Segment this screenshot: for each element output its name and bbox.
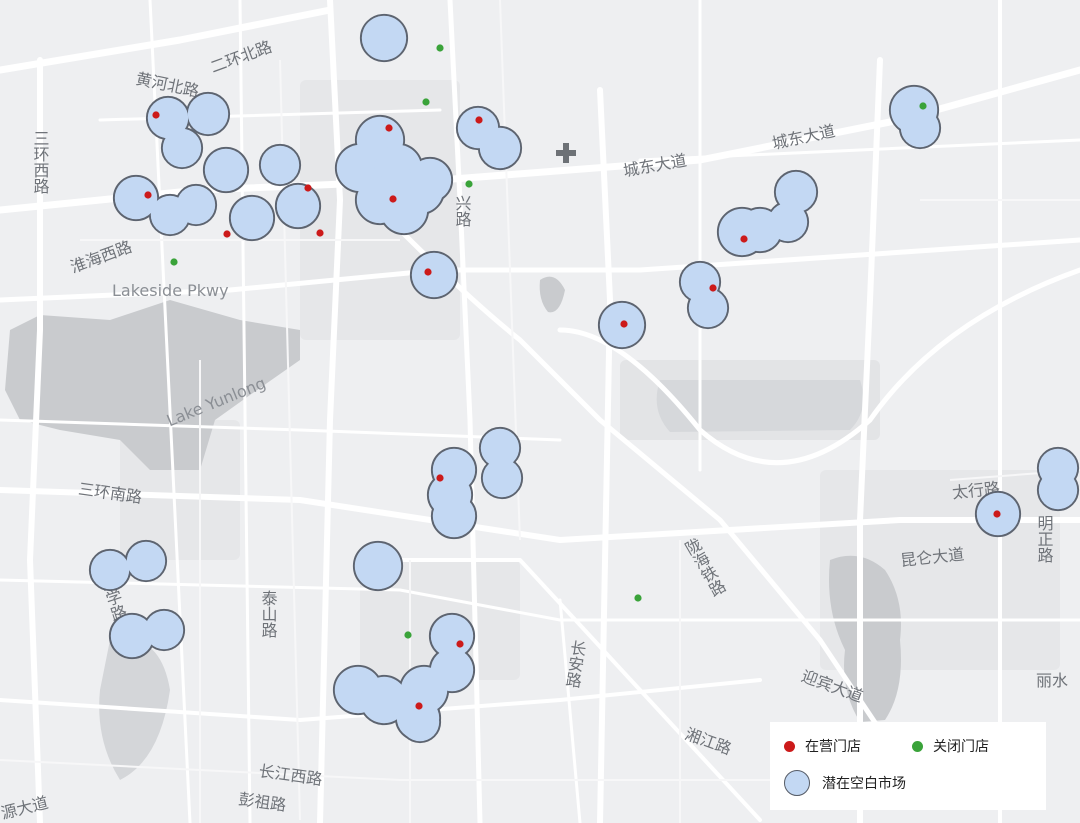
- legend-open-swatch: [784, 740, 795, 752]
- store-open-marker[interactable]: [415, 702, 423, 710]
- map-canvas[interactable]: 二环北路 黄河北路 三环西路 淮海西路 Lakeside Pkwy Lake Y…: [0, 0, 1080, 823]
- market-area[interactable]: [204, 148, 248, 192]
- store-open-marker[interactable]: [993, 510, 1001, 518]
- road-label-sanhuan-xi: 三环西路: [31, 130, 50, 194]
- store-closed-marker[interactable]: [634, 594, 642, 602]
- market-area[interactable]: [126, 541, 166, 581]
- market-area[interactable]: [432, 494, 476, 538]
- market-area[interactable]: [260, 145, 300, 185]
- legend-market-swatch: [784, 770, 810, 796]
- market-area[interactable]: [276, 184, 320, 228]
- store-open-marker[interactable]: [152, 111, 160, 119]
- store-open-marker[interactable]: [424, 268, 432, 276]
- road-label-xing: 兴路: [453, 195, 472, 227]
- store-closed-marker[interactable]: [170, 258, 178, 266]
- market-area[interactable]: [114, 176, 158, 220]
- market-area[interactable]: [176, 185, 216, 225]
- legend-closed-label: 关闭门店: [933, 739, 989, 755]
- legend-open-label: 在营门店: [805, 739, 861, 755]
- store-closed-marker[interactable]: [465, 180, 473, 188]
- market-area[interactable]: [187, 93, 229, 135]
- road-label-mingzheng: 明正路: [1035, 515, 1054, 563]
- market-area[interactable]: [90, 550, 130, 590]
- market-area[interactable]: [430, 614, 474, 658]
- road-label-taishan: 泰山路: [259, 590, 278, 638]
- store-open-marker[interactable]: [456, 640, 464, 648]
- legend-item-open: 在营门店: [784, 736, 861, 756]
- market-area[interactable]: [408, 158, 452, 202]
- market-area[interactable]: [1038, 470, 1078, 510]
- legend-market-label: 潜在空白市场: [822, 776, 906, 792]
- road-label-lakeside: Lakeside Pkwy: [112, 281, 229, 300]
- market-area[interactable]: [230, 196, 274, 240]
- store-closed-marker[interactable]: [404, 631, 412, 639]
- store-closed-marker[interactable]: [422, 98, 430, 106]
- market-area[interactable]: [775, 171, 817, 213]
- market-area[interactable]: [411, 252, 457, 298]
- store-open-marker[interactable]: [475, 116, 483, 124]
- market-area[interactable]: [482, 458, 522, 498]
- store-open-marker[interactable]: [389, 195, 397, 203]
- legend: 在营门店 关闭门店 潜在空白市场: [770, 722, 1046, 810]
- market-area[interactable]: [688, 288, 728, 328]
- market-area[interactable]: [900, 108, 940, 148]
- market-area[interactable]: [479, 127, 521, 169]
- legend-closed-swatch: [912, 740, 923, 752]
- store-open-marker[interactable]: [620, 320, 628, 328]
- legend-item-market: 潜在空白市场: [784, 770, 906, 796]
- store-open-marker[interactable]: [316, 229, 324, 237]
- market-area[interactable]: [361, 15, 407, 61]
- store-open-marker[interactable]: [304, 184, 312, 192]
- market-area[interactable]: [162, 128, 202, 168]
- store-closed-marker[interactable]: [919, 102, 927, 110]
- store-open-marker[interactable]: [436, 474, 444, 482]
- store-closed-marker[interactable]: [436, 44, 444, 52]
- store-open-marker[interactable]: [144, 191, 152, 199]
- market-area[interactable]: [144, 610, 184, 650]
- market-area[interactable]: [354, 542, 402, 590]
- store-open-marker[interactable]: [385, 124, 393, 132]
- store-open-marker[interactable]: [740, 235, 748, 243]
- store-open-marker[interactable]: [709, 284, 717, 292]
- legend-item-closed: 关闭门店: [912, 736, 989, 756]
- store-open-marker[interactable]: [223, 230, 231, 238]
- road-label-lishui: 丽水: [1036, 671, 1068, 690]
